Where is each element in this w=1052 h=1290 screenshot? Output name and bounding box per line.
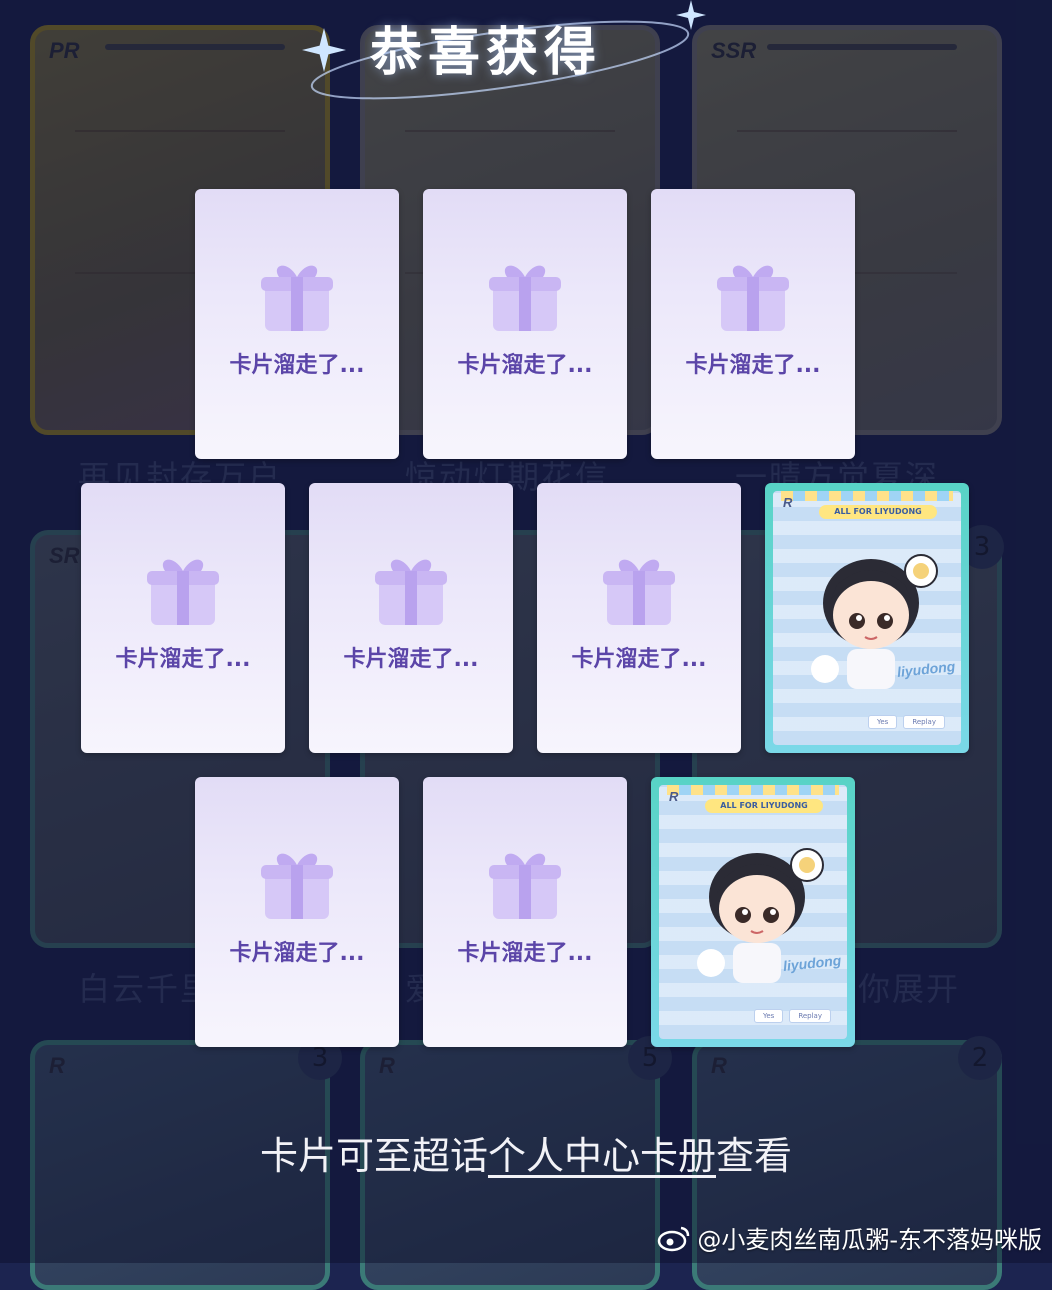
empty-card-label: 卡片溜走了... xyxy=(343,647,479,672)
sparkle-icon xyxy=(302,28,346,72)
watermark: @小麦肉丝南瓜粥-东不落妈咪版 xyxy=(657,1220,1042,1255)
card-banner: ALL FOR LIYUDONG xyxy=(819,505,937,519)
gift-box-icon xyxy=(717,265,789,331)
awning-stripe xyxy=(667,785,839,795)
heading-title: 恭喜获得 xyxy=(370,23,603,83)
card-yes-button: Yes xyxy=(754,1009,784,1023)
won-card[interactable]: R ALL FOR LIYUDONG liyudong Yes Replay xyxy=(651,777,855,1047)
gift-box-icon xyxy=(261,265,333,331)
card-album-link[interactable]: 个人中心卡册 xyxy=(488,1134,716,1178)
empty-card[interactable]: 卡片溜走了... xyxy=(423,189,627,459)
empty-card[interactable]: 卡片溜走了... xyxy=(195,189,399,459)
empty-card-label: 卡片溜走了... xyxy=(229,941,365,966)
empty-card[interactable]: 卡片溜走了... xyxy=(651,189,855,459)
gift-box-icon xyxy=(489,265,561,331)
gift-box-icon xyxy=(603,559,675,625)
empty-card[interactable]: 卡片溜走了... xyxy=(309,483,513,753)
footer-hint: 卡片可至超话个人中心卡册查看 xyxy=(0,1125,1052,1180)
empty-card-label: 卡片溜走了... xyxy=(457,353,593,378)
gift-box-icon xyxy=(489,853,561,919)
footer-suffix: 查看 xyxy=(716,1134,793,1178)
empty-card-label: 卡片溜走了... xyxy=(229,353,365,378)
card-rarity-badge: R xyxy=(669,789,679,804)
result-heading: 恭喜获得 xyxy=(300,0,720,100)
card-button-row: Yes Replay xyxy=(754,1009,831,1023)
card-banner: ALL FOR LIYUDONG xyxy=(705,799,823,813)
card-rarity-badge: R xyxy=(783,495,793,510)
card-replay-button: Replay xyxy=(789,1009,831,1023)
gift-box-icon xyxy=(147,559,219,625)
empty-card[interactable]: 卡片溜走了... xyxy=(423,777,627,1047)
won-card-art: R ALL FOR LIYUDONG liyudong Yes Replay xyxy=(773,491,961,745)
card-replay-button: Replay xyxy=(903,715,945,729)
empty-card[interactable]: 卡片溜走了... xyxy=(195,777,399,1047)
empty-card[interactable]: 卡片溜走了... xyxy=(81,483,285,753)
empty-card-label: 卡片溜走了... xyxy=(457,941,593,966)
empty-card-label: 卡片溜走了... xyxy=(685,353,821,378)
won-card-art: R ALL FOR LIYUDONG liyudong Yes Replay xyxy=(659,785,847,1039)
gift-box-icon xyxy=(261,853,333,919)
watermark-text: @小麦肉丝南瓜粥-东不落妈咪版 xyxy=(697,1226,1042,1254)
sparkle-icon xyxy=(676,0,706,30)
empty-card-label: 卡片溜走了... xyxy=(571,647,707,672)
card-yes-button: Yes xyxy=(868,715,898,729)
card-button-row: Yes Replay xyxy=(868,715,945,729)
empty-card-label: 卡片溜走了... xyxy=(115,647,251,672)
won-card[interactable]: R ALL FOR LIYUDONG liyudong Yes Replay xyxy=(765,483,969,753)
empty-card[interactable]: 卡片溜走了... xyxy=(537,483,741,753)
gift-box-icon xyxy=(375,559,447,625)
awning-stripe xyxy=(781,491,953,501)
weibo-logo-icon xyxy=(658,1226,690,1251)
footer-prefix: 卡片可至超话 xyxy=(259,1134,488,1178)
